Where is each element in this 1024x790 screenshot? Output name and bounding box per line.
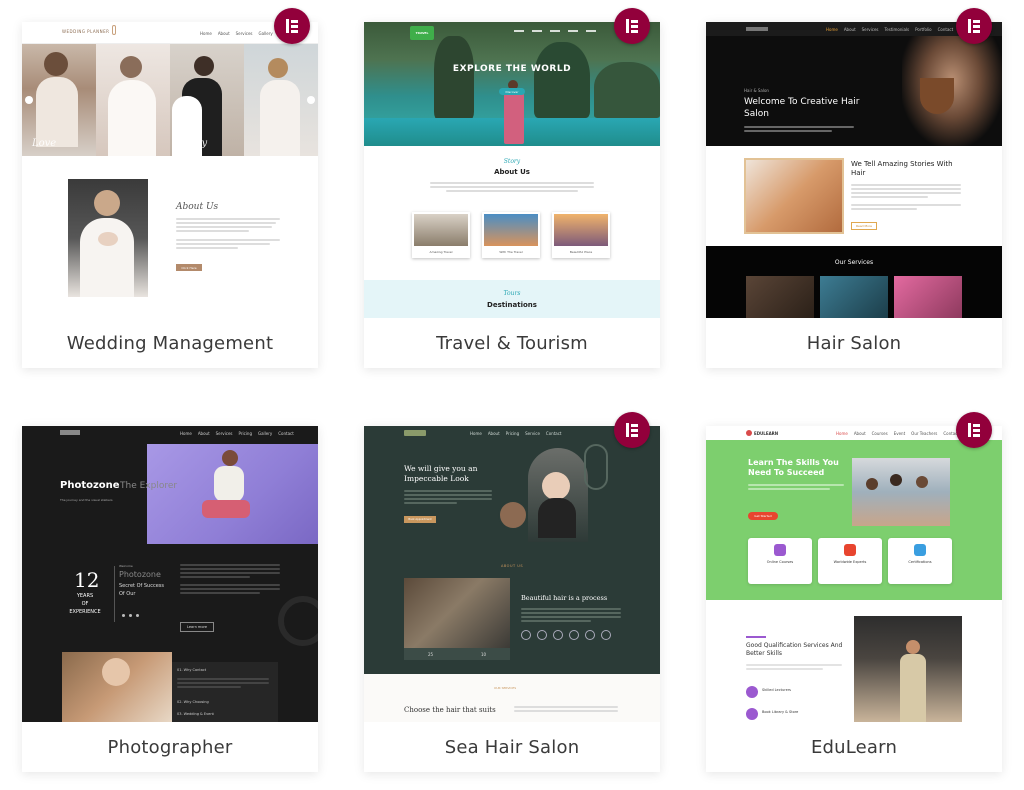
template-preview-wedding[interactable]: WEDDING PLANNER Home About Services Gall…	[22, 22, 318, 318]
service-photo-1	[746, 276, 814, 318]
lecturer-icon	[746, 686, 758, 698]
about-label: ABOUT US	[500, 564, 524, 568]
accordion-item[interactable]: 03. Wedding & Event	[177, 712, 214, 716]
hero-tagline: The journey and the visual stalkers	[60, 498, 113, 502]
elementor-logo-icon	[956, 8, 992, 44]
accordion-item[interactable]: 01. Why Contact	[177, 668, 206, 672]
services-title: Choose the hair that suits	[404, 706, 496, 714]
about-brand: Photozone	[119, 570, 161, 579]
template-preview-edulearn[interactable]: EDULEARN Home About Courses Event Our Te…	[706, 426, 1002, 722]
template-title-sea-hair-salon[interactable]: Sea Hair Salon	[364, 722, 660, 772]
learn-more-button[interactable]: Learn more	[180, 622, 214, 632]
preview-nav: Home About Services Testimonials Portfol…	[826, 27, 954, 32]
about-barber-photo	[404, 578, 510, 648]
preview-nav: Home About Services Pricing Gallery Cont…	[180, 431, 294, 436]
about-cta-button[interactable]: Click Here	[176, 264, 202, 271]
template-card-sea-hair-salon[interactable]: Home About Pricing Service Contact We wi…	[364, 426, 660, 772]
preview-logo: TRAVEL	[410, 26, 434, 40]
library-icon	[746, 708, 758, 720]
about-script-label: Story	[503, 158, 521, 165]
slider-prev-arrow-icon[interactable]	[25, 96, 33, 104]
template-card-travel[interactable]: TRAVEL EXPLORE THE WORLD Discover Story …	[364, 22, 660, 368]
book-appointment-button[interactable]: Book Appointment	[404, 516, 436, 523]
list-item: Book Library & Store	[762, 710, 799, 714]
template-title-wedding[interactable]: Wedding Management	[22, 318, 318, 368]
years-number: 12	[74, 568, 100, 592]
template-preview-sea-hair-salon[interactable]: Home About Pricing Service Contact We wi…	[364, 426, 660, 722]
feature-card[interactable]: Worldwide Experts	[818, 538, 882, 584]
course-icon	[774, 544, 786, 556]
elementor-logo-icon	[614, 8, 650, 44]
hero-title: Photozone	[60, 480, 120, 491]
destinations-title: Destinations	[487, 301, 537, 309]
services-title: Our Services	[834, 259, 874, 266]
template-title-edulearn[interactable]: EduLearn	[706, 722, 1002, 772]
qualification-title: Good Qualification Services And Better S…	[746, 642, 843, 657]
story-read-more-button[interactable]: Read More	[851, 222, 877, 230]
service-icons	[521, 630, 611, 640]
template-card-edulearn[interactable]: EDULEARN Home About Courses Event Our Te…	[706, 426, 1002, 772]
template-card-wedding[interactable]: WEDDING PLANNER Home About Services Gall…	[22, 22, 318, 368]
certificate-icon	[914, 544, 926, 556]
hero-title: EXPLORE THE WORLD	[452, 64, 572, 74]
destinations-script-label: Tours	[503, 290, 521, 297]
accordion-item[interactable]: 02. Why Choosing	[177, 700, 209, 704]
template-card-photographer[interactable]: Home About Services Pricing Gallery Cont…	[22, 426, 318, 772]
feature-card[interactable]: Online Courses	[748, 538, 812, 584]
template-title-travel[interactable]: Travel & Tourism	[364, 318, 660, 368]
preview-logo: WEDDING PLANNER	[62, 29, 110, 34]
hero-title: We will give you an Impeccable Look	[404, 464, 478, 483]
story-title: We Tell Amazing Stories With Hair	[851, 160, 953, 177]
template-title-photographer[interactable]: Photographer	[22, 722, 318, 772]
hero-subtitle: The Explorer	[120, 481, 178, 491]
process-title: Beautiful hair is a process	[521, 594, 608, 602]
template-preview-photographer[interactable]: Home About Services Pricing Gallery Cont…	[22, 426, 318, 722]
hero-title: Welcome To Creative Hair Salon	[744, 97, 860, 119]
preview-nav: Home About Pricing Service Contact	[470, 431, 562, 436]
hero-script-text-right: Happy	[174, 138, 208, 149]
preview-nav	[514, 30, 596, 32]
hero-small-label: Hair & Salon	[744, 88, 769, 93]
expert-icon	[844, 544, 856, 556]
years-text: YEARS OF EXPERIENCE	[69, 593, 101, 615]
list-item: Skilled Lecturers	[762, 688, 791, 692]
hero-traveler	[504, 88, 524, 144]
service-photo-3	[894, 276, 962, 318]
service-photo-2	[820, 276, 888, 318]
template-card-hair-salon[interactable]: Home About Services Testimonials Portfol…	[706, 22, 1002, 368]
slider-next-arrow-icon[interactable]	[307, 96, 315, 104]
hero-discover-button[interactable]: Discover	[499, 88, 525, 95]
hero-script-text-left: Love	[32, 138, 57, 149]
hero-students-photo	[852, 458, 950, 526]
about-brand-sub: Secret Of Success Of Our	[119, 583, 164, 597]
template-preview-travel[interactable]: TRAVEL EXPLORE THE WORLD Discover Story …	[364, 22, 660, 318]
get-started-button[interactable]: Get Started	[748, 512, 778, 520]
feature-card[interactable]: Certifications	[888, 538, 952, 584]
elementor-logo-icon	[614, 412, 650, 448]
story-hair-photo	[744, 158, 844, 234]
template-preview-hair-salon[interactable]: Home About Services Testimonials Portfol…	[706, 22, 1002, 318]
hero-title: Learn The Skills You Need To Succeed	[748, 458, 839, 477]
preview-nav: Home About Courses Event Our Teachers Co…	[836, 431, 959, 436]
elementor-logo-icon	[274, 8, 310, 44]
preview-logo: EDULEARN	[754, 431, 779, 436]
elementor-logo-icon	[956, 412, 992, 448]
about-title: About Us	[176, 202, 219, 212]
about-title: About Us	[494, 168, 530, 176]
template-title-hair-salon[interactable]: Hair Salon	[706, 318, 1002, 368]
hero-salon-collage	[498, 444, 608, 546]
